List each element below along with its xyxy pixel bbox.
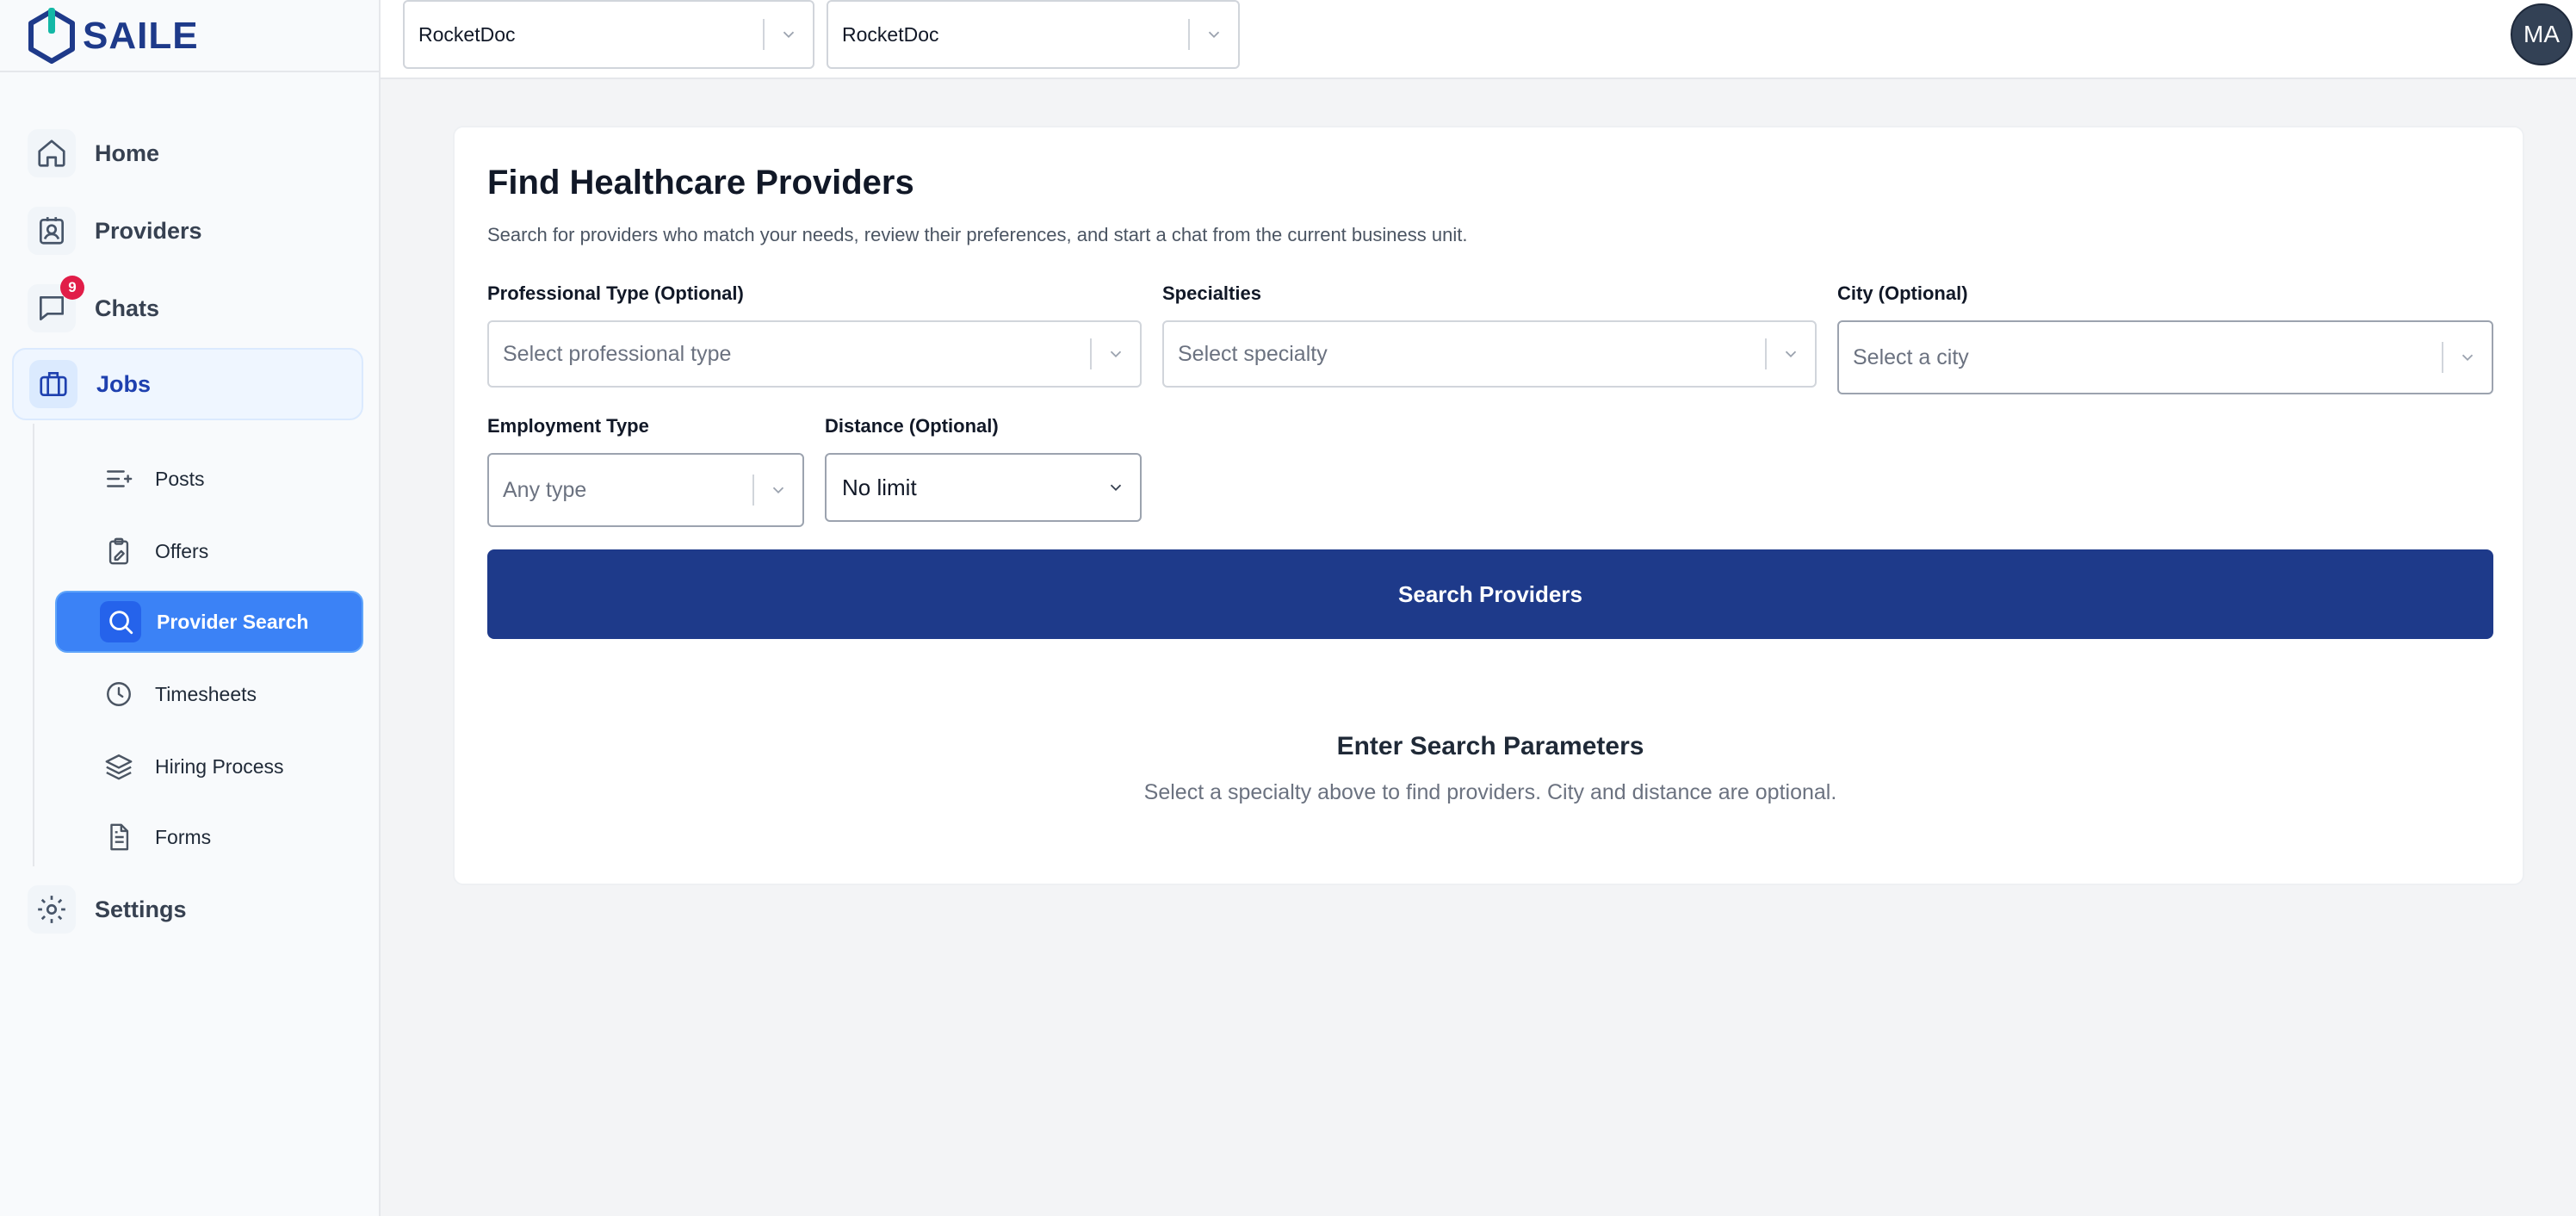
city-label: City (Optional)	[1837, 282, 1968, 304]
sidebar-divider	[0, 71, 379, 72]
sidebar-subitem-label: Provider Search	[157, 610, 309, 633]
list-add-icon	[98, 458, 139, 499]
chevron-down-icon	[1767, 344, 1815, 363]
city-placeholder: Select a city	[1853, 344, 1969, 369]
page-subtitle: Search for providers who match your need…	[487, 224, 1468, 245]
professional-type-placeholder: Select professional type	[503, 341, 732, 366]
saile-logo-icon	[28, 8, 75, 64]
sidebar-item-label: Jobs	[96, 370, 152, 397]
gear-icon	[28, 885, 76, 934]
sidebar-subitem-label: Hiring Process	[155, 754, 284, 778]
document-icon	[98, 816, 139, 858]
search-providers-button[interactable]: Search Providers	[487, 549, 2493, 639]
sidebar-item-label: Chats	[95, 295, 160, 321]
chevron-down-icon	[1190, 25, 1238, 44]
organization-select-value: RocketDoc	[418, 22, 516, 46]
sidebar-subitem-forms[interactable]: Forms	[55, 806, 363, 868]
city-select[interactable]: Select a city	[1837, 320, 2493, 394]
empty-state-title: Enter Search Parameters	[1336, 732, 1644, 760]
brand-name: SAILE	[83, 15, 199, 57]
chevron-down-icon	[765, 25, 813, 44]
sidebar-item-providers[interactable]: Providers	[12, 195, 363, 267]
specialty-placeholder: Select specialty	[1178, 341, 1328, 366]
employment-type-select[interactable]: Any type	[487, 453, 804, 527]
employment-type-placeholder: Any type	[503, 477, 587, 502]
business-unit-select-value: RocketDoc	[842, 22, 939, 46]
sidebar-item-jobs[interactable]: Jobs	[12, 348, 363, 420]
chat-icon: 9	[28, 276, 84, 332]
employment-type-label: Employment Type	[487, 415, 649, 437]
chevron-down-icon	[1092, 344, 1140, 363]
sidebar-subitem-offers[interactable]: Offers	[55, 520, 363, 582]
professional-type-select[interactable]: Select professional type	[487, 320, 1142, 388]
provider-search-card: Find Healthcare Providers Search for pro…	[453, 126, 2524, 885]
professional-type-label: Professional Type (Optional)	[487, 282, 744, 304]
sidebar-item-label: Home	[95, 140, 160, 166]
topbar: RocketDoc RocketDoc MA	[381, 0, 2576, 79]
sidebar-subitem-label: Timesheets	[155, 682, 257, 705]
brand-logo[interactable]: SAILE	[26, 2, 199, 71]
user-avatar[interactable]: MA	[2511, 3, 2573, 65]
provider-badge-icon	[28, 207, 76, 255]
sidebar-item-home[interactable]: Home	[12, 117, 363, 189]
specialty-select[interactable]: Select specialty	[1162, 320, 1817, 388]
sidebar-item-label: Providers	[95, 217, 202, 244]
sidebar-subitem-label: Forms	[155, 825, 212, 848]
briefcase-icon	[29, 360, 77, 408]
subnav-line	[33, 424, 34, 866]
sidebar-item-settings[interactable]: Settings	[12, 873, 363, 946]
clock-icon	[98, 673, 139, 715]
distance-select[interactable]: No limit	[825, 453, 1142, 522]
search-icon	[100, 601, 141, 642]
home-icon	[28, 129, 76, 177]
sidebar-item-chats[interactable]: 9 Chats	[12, 272, 363, 344]
sidebar-subitem-hiring-process[interactable]: Hiring Process	[55, 735, 363, 797]
clipboard-icon	[98, 530, 139, 572]
empty-state-message: Select a specialty above to find provide…	[1143, 780, 1837, 804]
chevron-down-icon	[1092, 478, 1140, 497]
sidebar-subitem-provider-search[interactable]: Provider Search	[55, 591, 363, 653]
distance-label: Distance (Optional)	[825, 415, 999, 437]
chevron-down-icon	[2443, 348, 2492, 367]
sidebar-item-label: Settings	[95, 896, 187, 922]
specialties-label: Specialties	[1162, 282, 1261, 304]
unread-count-badge: 9	[60, 276, 84, 300]
page-title: Find Healthcare Providers	[487, 164, 914, 202]
layers-icon	[98, 746, 139, 787]
distance-select-value: No limit	[842, 474, 917, 500]
sidebar-subitem-label: Posts	[155, 467, 205, 490]
chevron-down-icon	[754, 481, 802, 499]
sidebar-subitem-timesheets[interactable]: Timesheets	[55, 663, 363, 725]
sidebar-subitem-label: Offers	[155, 539, 209, 562]
app-root: SAILE Home Providers 9 Chats Jobs Posts …	[0, 0, 2576, 1216]
organization-select[interactable]: RocketDoc	[403, 0, 814, 69]
business-unit-select[interactable]: RocketDoc	[827, 0, 1240, 69]
sidebar: SAILE Home Providers 9 Chats Jobs Posts …	[0, 0, 381, 1216]
sidebar-subitem-posts[interactable]: Posts	[55, 448, 363, 510]
